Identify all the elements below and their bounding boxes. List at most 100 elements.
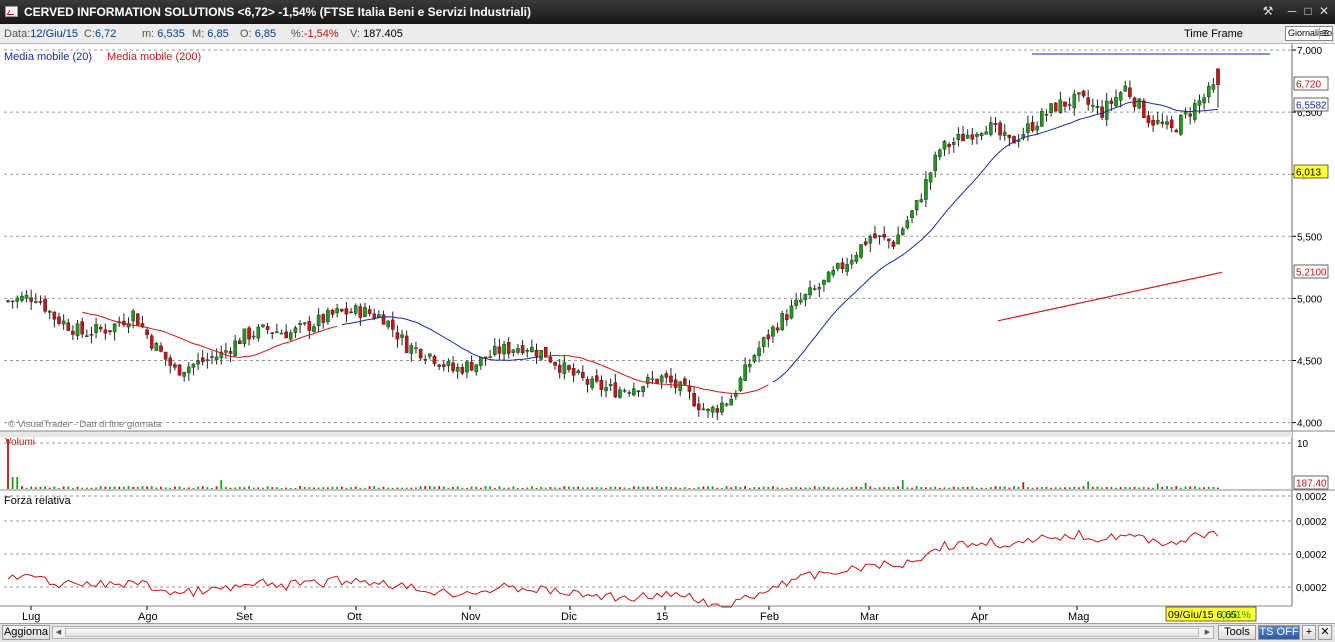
volume-bar [405, 487, 408, 489]
candle-down [404, 335, 409, 353]
volume-bar [929, 487, 932, 489]
menu-icon[interactable]: ☰ [1319, 28, 1331, 39]
aggiorna-button[interactable]: Aggiorna [2, 625, 50, 640]
candle-down [664, 373, 669, 378]
volume-bar [85, 487, 88, 489]
rs-axis-label: 0,0002 [1296, 517, 1327, 528]
candle-down [715, 408, 720, 413]
candle-down [525, 350, 530, 352]
volume-bar [1217, 487, 1219, 489]
volume-bar [632, 486, 635, 489]
volume-bar [21, 486, 23, 489]
volume-bar [577, 486, 580, 489]
volume-bar [906, 487, 909, 489]
candle-up [233, 340, 237, 356]
x-tick-label: Dic [561, 611, 577, 623]
volume-bar [461, 487, 464, 489]
wrench-icon[interactable]: ⚒ [1259, 3, 1277, 20]
volume-bar [572, 487, 575, 489]
volume-bar [1064, 487, 1066, 489]
volume-bar [1059, 487, 1062, 489]
relative-strength-line [7, 529, 1219, 608]
candle-down [998, 122, 1002, 136]
volume-bar [716, 487, 719, 489]
candle-up [1095, 105, 1100, 108]
volume-bar [938, 487, 941, 489]
volume-bar [637, 486, 640, 489]
volume-bar [271, 487, 274, 489]
volume-bar [489, 486, 492, 489]
volume-bar [1193, 486, 1196, 489]
volume-bar [994, 486, 997, 489]
volume-bar [943, 487, 946, 489]
candle-up [242, 328, 247, 344]
candle-up [757, 347, 761, 357]
volume-bar [275, 487, 278, 489]
scroll-thumb[interactable] [65, 628, 1199, 637]
tools-button[interactable]: Tools [1218, 625, 1256, 640]
candle-up [659, 375, 664, 383]
scroll-left-icon[interactable]: ◀ [53, 627, 64, 638]
close-panel-icon[interactable]: ✕ [1318, 625, 1332, 640]
candle-down [460, 367, 465, 374]
ts-off-button[interactable]: TS OFF [1258, 625, 1300, 640]
plus-button[interactable]: + [1302, 625, 1316, 640]
volume-bar [619, 487, 621, 489]
candle-up [112, 323, 117, 333]
volume-bar [813, 486, 816, 489]
candle-down [321, 314, 326, 323]
horizontal-scrollbar[interactable]: ◀ ▶ [52, 626, 1214, 639]
legend-ma20: Media mobile (20) [4, 51, 92, 63]
x-tick-label: Mag [1068, 611, 1089, 623]
volume-bar [141, 486, 144, 489]
volume-bar [317, 487, 320, 489]
candle-up [622, 390, 627, 392]
pct-label: %: [291, 28, 304, 40]
volume-bar [628, 487, 631, 489]
volume-bar [447, 487, 450, 489]
x-tick-label: Nov [461, 611, 481, 623]
candle-up [706, 408, 710, 412]
candle-down [1007, 134, 1012, 139]
candle-up [933, 154, 938, 171]
volume-bar [915, 486, 918, 489]
candle-down [349, 311, 353, 314]
scroll-right-icon[interactable]: ▶ [1202, 627, 1213, 638]
volume-bar [187, 487, 190, 489]
candle-down [785, 314, 789, 320]
close-icon[interactable]: ✕ [1315, 3, 1333, 20]
window-title: CERVED INFORMATION SOLUTIONS <6,72> -1,5… [24, 5, 532, 19]
volume-bar [238, 486, 241, 489]
info-bar: Data:12/Giu/15 C:6,72 m: 6,535 M: 6,85 O… [0, 24, 1335, 44]
volume-bar [558, 487, 561, 489]
timeframe-select[interactable]: Giornaliero ☰ [1285, 26, 1333, 41]
volume-bar [1115, 487, 1117, 489]
candle-down [669, 375, 673, 383]
open-label: O: [240, 28, 252, 40]
volume-bar [160, 486, 162, 489]
candle-up [1202, 97, 1206, 104]
candle-up [989, 122, 993, 135]
volume-bar [336, 486, 339, 489]
candle-up [10, 300, 15, 303]
candle-up [771, 326, 775, 337]
volume-field: V: 187.405 [350, 28, 403, 40]
volume-bar [966, 486, 969, 489]
candle-up [650, 378, 655, 381]
candle-up [15, 297, 20, 302]
volume-bar [846, 487, 849, 489]
volume-bar [623, 487, 626, 489]
candle-down [414, 347, 418, 349]
volume-bar [1068, 487, 1071, 489]
volume-bar [382, 486, 385, 489]
candle-up [641, 386, 645, 392]
candle-down [613, 382, 618, 398]
price-chart[interactable]: 7,0006,5006,0005,5005,0004,5004,000Media… [0, 44, 1335, 623]
volume-bar [313, 487, 315, 489]
volume-bar [95, 487, 97, 489]
volume-bar [419, 486, 422, 489]
candle-down [284, 331, 288, 339]
x-tick-label: Feb [760, 611, 779, 623]
x-tick-label: 15 [656, 611, 668, 623]
volume-bar [401, 487, 403, 489]
